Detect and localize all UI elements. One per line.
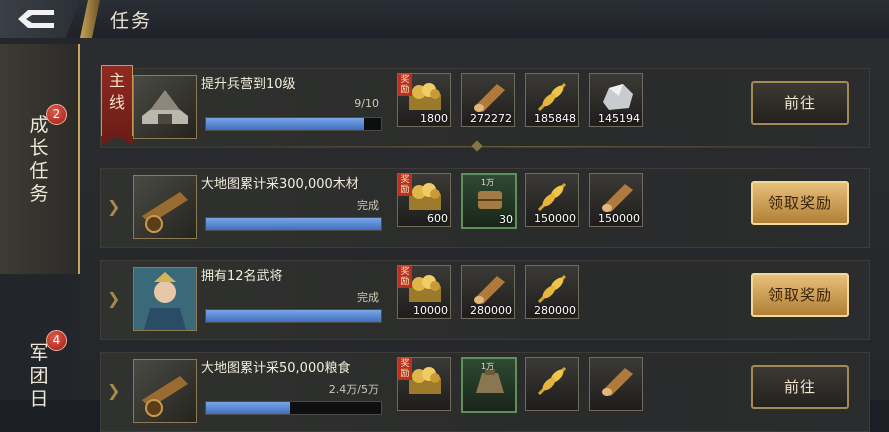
reward-amount: 600 [427, 212, 448, 225]
progress-fill [206, 310, 381, 322]
wood-cart-icon [133, 175, 197, 239]
back-button[interactable] [0, 0, 80, 38]
task-row: 主线 提升兵营到10级 9/10 奖励 1800 272272 185848 1… [100, 65, 870, 148]
reward-item[interactable]: 1万 30 [461, 173, 517, 229]
progress-bar [205, 117, 382, 131]
tab-label: 成长任务 [29, 114, 49, 205]
task-title: 大地图累计采50,000粮食 [201, 361, 351, 376]
reward-amount: 1800 [420, 112, 448, 125]
top-bar: 任务 [0, 0, 889, 39]
grain-cart-icon [133, 359, 197, 423]
go-button[interactable]: 前往 [751, 365, 849, 409]
reward-tag: 奖励 [398, 174, 412, 196]
notification-badge: 4 [46, 330, 67, 351]
claim-reward-button[interactable]: 领取奖励 [751, 181, 849, 225]
reward-item[interactable]: 150000 [589, 173, 643, 227]
notification-badge: 2 [46, 104, 67, 125]
task-row: ❯ 大地图累计采50,000粮食 2.4万/5万 奖励 1万 前往 [100, 352, 870, 432]
reward-unit-label: 1万 [481, 178, 495, 187]
wood-log-icon [474, 84, 505, 112]
reward-amount: 145194 [598, 112, 640, 125]
reward-item[interactable]: 1万 [461, 357, 517, 413]
progress-text: 2.4万/5万 [328, 383, 379, 396]
progress-fill [206, 402, 290, 414]
task-title: 拥有12名武将 [201, 269, 283, 284]
gold-treasure-icon [409, 183, 441, 210]
wood-log-icon [602, 184, 633, 212]
progress-bar [205, 309, 382, 323]
task-list: 主线 提升兵营到10级 9/10 奖励 1800 272272 185848 1… [80, 38, 889, 432]
chevron-right-icon: ❯ [107, 381, 121, 400]
go-button[interactable]: 前往 [751, 81, 849, 125]
sidebar: 成长任务 2 军团日 4 [0, 38, 80, 410]
reward-item[interactable]: 150000 [525, 173, 579, 227]
gold-treasure-icon [409, 83, 441, 110]
tab-growth-tasks[interactable]: 成长任务 2 [0, 44, 80, 274]
reward-amount: 272272 [470, 112, 512, 125]
progress-fill [206, 218, 381, 230]
progress-bar [205, 217, 382, 231]
reward-item[interactable]: 奖励 [397, 357, 451, 411]
progress-bar [205, 401, 382, 415]
task-row: ❯ 拥有12名武将 完成 奖励 10000 280000 280000 领取奖励 [100, 260, 870, 340]
progress-fill [206, 118, 364, 130]
wood-log-icon [602, 368, 633, 396]
wheat-icon [537, 274, 567, 304]
reward-item[interactable]: 272272 [461, 73, 515, 127]
reward-item[interactable] [589, 357, 643, 411]
task-title: 提升兵营到10级 [201, 77, 296, 92]
reward-tag: 奖励 [398, 266, 412, 288]
reward-amount: 150000 [598, 212, 640, 225]
progress-text: 9/10 [354, 97, 379, 110]
reward-tag: 奖励 [398, 74, 412, 96]
main-quest-tag: 主线 [101, 65, 133, 137]
claim-reward-button[interactable]: 领取奖励 [751, 273, 849, 317]
barracks-icon [133, 75, 197, 139]
divider [180, 146, 870, 147]
title-decoration [80, 0, 100, 38]
chevron-right-icon: ❯ [107, 197, 121, 216]
reward-item[interactable]: 280000 [461, 265, 515, 319]
gold-treasure-icon [409, 367, 441, 394]
reward-amount: 10000 [413, 304, 448, 317]
gold-treasure-icon [409, 275, 441, 302]
reward-item[interactable]: 奖励 10000 [397, 265, 451, 319]
progress-text: 完成 [357, 199, 379, 212]
reward-amount: 280000 [470, 304, 512, 317]
reward-amount: 185848 [534, 112, 576, 125]
tab-label: 军团日 [29, 342, 49, 410]
task-row: ❯ 大地图累计采300,000木材 完成 奖励 600 1万 30 150000 [100, 168, 870, 248]
back-arrow-icon [18, 10, 54, 28]
reward-unit-label: 1万 [481, 362, 495, 371]
reward-tag: 奖励 [398, 358, 412, 380]
progress-text: 完成 [357, 291, 379, 304]
wheat-icon [537, 82, 567, 112]
wheat-icon [537, 366, 567, 396]
iron-ore-icon [603, 84, 633, 110]
reward-item[interactable] [525, 357, 579, 411]
reward-item[interactable]: 奖励 600 [397, 173, 451, 227]
reward-item[interactable]: 185848 [525, 73, 579, 127]
reward-amount: 150000 [534, 212, 576, 225]
reward-item[interactable]: 奖励 1800 [397, 73, 451, 127]
wood-log-icon [474, 276, 505, 304]
reward-amount: 30 [499, 213, 513, 226]
page-title: 任务 [110, 10, 153, 32]
task-title: 大地图累计采300,000木材 [201, 177, 359, 192]
tab-legion-daily[interactable]: 军团日 4 [0, 276, 78, 410]
wheat-icon [537, 182, 567, 212]
reward-amount: 280000 [534, 304, 576, 317]
chevron-right-icon: ❯ [107, 289, 121, 308]
general-portrait-icon [133, 267, 197, 331]
reward-item[interactable]: 145194 [589, 73, 643, 127]
reward-item[interactable]: 280000 [525, 265, 579, 319]
